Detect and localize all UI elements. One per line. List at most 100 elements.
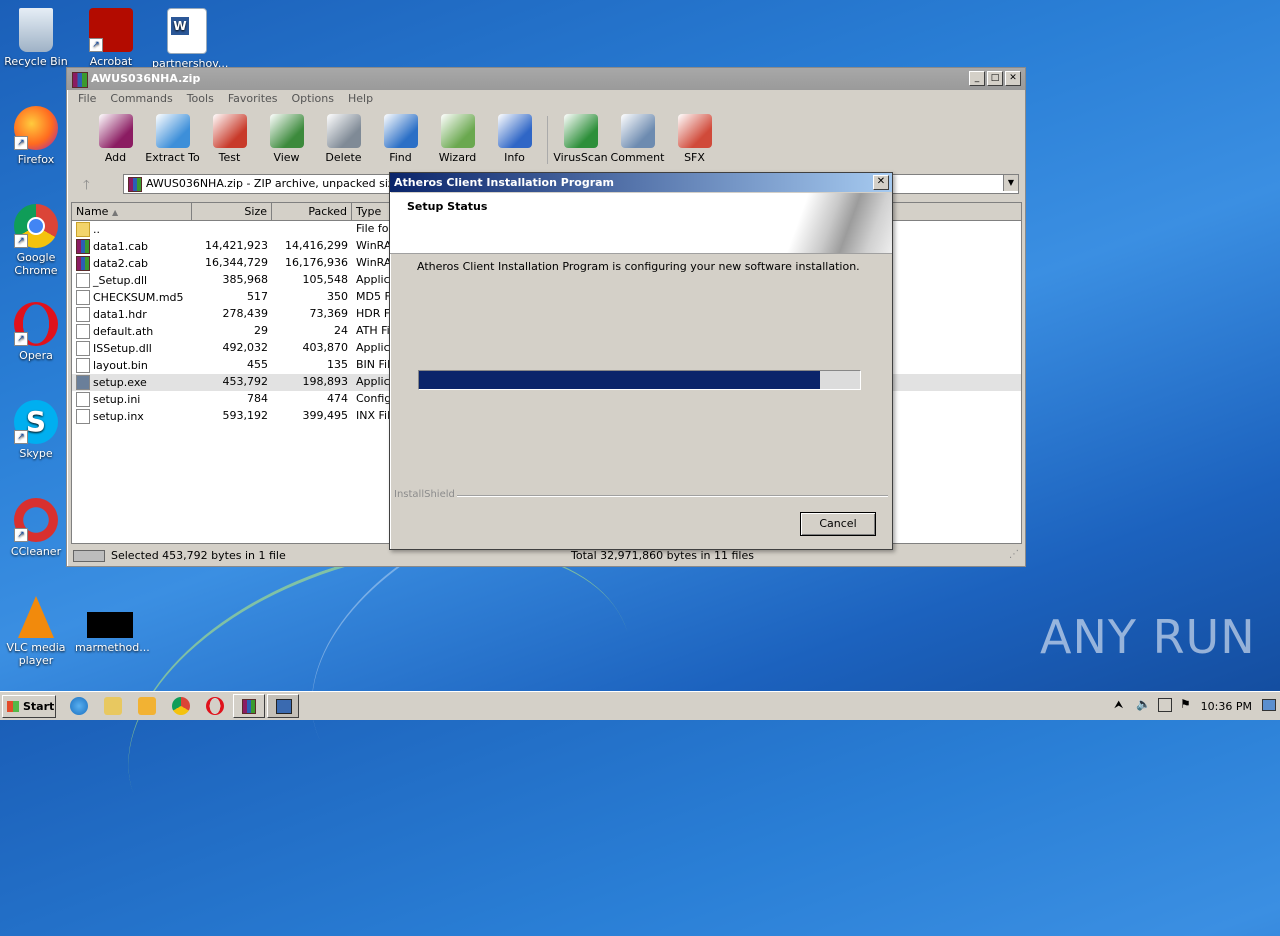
media-player-icon[interactable] [138, 697, 156, 715]
toolbar-button-test[interactable]: Test [201, 112, 258, 168]
file-name-cell: ISSetup.dll [72, 340, 192, 357]
desktop-icon-label: Recycle Bin [4, 55, 68, 68]
dialog-titlebar[interactable]: Atheros Client Installation Program ✕ [390, 173, 892, 192]
desktop-icon-ccleaner[interactable]: ↗ CCleaner [1, 498, 71, 558]
clock[interactable]: 10:36 PM [1201, 700, 1252, 713]
toolbar-button-wizard[interactable]: Wizard [429, 112, 486, 168]
file-name: ISSetup.dll [93, 342, 152, 355]
column-header-size[interactable]: Size [192, 203, 272, 220]
file-file-icon [76, 307, 90, 322]
file-packed-cell [272, 221, 352, 238]
toolbar-label: Comment [610, 151, 665, 164]
menu-commands[interactable]: Commands [103, 90, 179, 108]
toolbar-button-sfx[interactable]: SFX [666, 112, 723, 168]
taskbar-installer[interactable] [267, 694, 299, 718]
toolbar-label: View [273, 151, 300, 164]
view-book-icon [269, 114, 304, 148]
info-icon [497, 114, 532, 148]
file-size-cell: 517 [247, 290, 268, 303]
file-name-cell: .. [72, 221, 192, 238]
file-name: default.ath [93, 325, 154, 338]
dialog-heading: Setup Status [407, 200, 488, 213]
toolbar-button-comment[interactable]: Comment [609, 112, 666, 168]
installer-taskbar-icon [276, 699, 292, 714]
up-arrow-icon[interactable]: 🡑 [83, 176, 90, 198]
system-tray: ⮝ 🔈 ⚑ 10:36 PM [1108, 694, 1280, 716]
menu-help[interactable]: Help [341, 90, 380, 108]
menu-bar: File Commands Tools Favorites Options He… [71, 90, 380, 108]
desktop-icon-vlc[interactable]: VLC media player [1, 596, 71, 667]
winrar-app-icon [72, 72, 88, 88]
show-desktop-icon[interactable] [1262, 699, 1276, 711]
toolbar-button-find[interactable]: Find [372, 112, 429, 168]
file-type-cell: WinRA [356, 239, 392, 252]
desktop-icon-acrobat[interactable]: ↗ Acrobat [76, 8, 146, 68]
toolbar-button-virusscan[interactable]: VirusScan [552, 112, 609, 168]
minimize-button[interactable]: _ [969, 71, 985, 86]
winrar-taskbar-icon [242, 699, 256, 714]
drive-icon [73, 550, 105, 562]
desktop-icon-skype[interactable]: S ↗ Skype [1, 400, 71, 460]
toolbar-label: Test [218, 151, 241, 164]
file-packed-cell: 350 [327, 290, 348, 303]
taskbar-winrar[interactable] [233, 694, 265, 718]
file-name: setup.exe [93, 376, 147, 389]
toolbar-label: Delete [325, 151, 362, 164]
start-button[interactable]: Start [2, 695, 56, 718]
toolbar-button-info[interactable]: Info [486, 112, 543, 168]
opera-taskbar-icon[interactable] [206, 697, 224, 715]
taskbar: Start ⮝ 🔈 ⚑ 10:36 PM [0, 691, 1280, 720]
menu-favorites[interactable]: Favorites [221, 90, 285, 108]
desktop-icon-label: marmethod... [75, 641, 150, 654]
volume-icon[interactable]: 🔈 [1136, 697, 1151, 711]
menu-tools[interactable]: Tools [180, 90, 221, 108]
desktop-icon-firefox[interactable]: ↗ Firefox [1, 106, 71, 166]
ie-icon[interactable] [70, 697, 88, 715]
toolbar-button-view[interactable]: View [258, 112, 315, 168]
dialog-close-button[interactable]: ✕ [873, 175, 889, 190]
winrar-titlebar[interactable]: AWUS036NHA.zip _ □ ✕ [67, 68, 1025, 90]
column-header-name[interactable]: Name ▲ [72, 203, 192, 220]
menu-file[interactable]: File [71, 90, 103, 108]
tray-expand-icon[interactable]: ⮝ [1114, 698, 1123, 712]
cancel-button[interactable]: Cancel [800, 512, 876, 536]
file-name: setup.inx [93, 410, 144, 423]
chevron-down-icon[interactable]: ▼ [1003, 175, 1018, 191]
action-center-flag-icon[interactable]: ⚑ [1180, 697, 1191, 711]
file-type-cell: BIN File [356, 358, 392, 371]
desktop-icon-partnershov[interactable]: W partnershov... [152, 8, 228, 70]
resize-grip-icon[interactable]: ⋰ [1009, 549, 1019, 560]
close-button[interactable]: ✕ [1005, 71, 1021, 86]
column-header-packed[interactable]: Packed [272, 203, 352, 220]
explorer-folder-icon[interactable] [104, 697, 122, 715]
install-dialog: Atheros Client Installation Program ✕ Se… [389, 172, 893, 550]
windows-flag-icon [7, 701, 19, 712]
file-size-cell: 492,032 [222, 341, 269, 354]
chrome-taskbar-icon[interactable] [172, 697, 190, 715]
desktop-icon-marmethod[interactable]: marmethod... [75, 612, 150, 654]
file-file-icon [76, 392, 90, 407]
file-name: _Setup.dll [93, 274, 148, 287]
menu-options[interactable]: Options [285, 90, 341, 108]
sfx-books-icon [677, 114, 712, 148]
desktop-icon-recycle-bin[interactable]: Recycle Bin [1, 8, 71, 68]
toolbar-button-extract-to[interactable]: Extract To [144, 112, 201, 168]
installshield-brand: InstallShield [394, 489, 457, 500]
toolbar-label: Find [389, 151, 412, 164]
exe-file-icon [76, 375, 90, 390]
network-icon[interactable] [1158, 698, 1172, 712]
word-w-icon: W [171, 17, 189, 35]
desktop-icon-label: Opera [19, 349, 53, 362]
maximize-button[interactable]: □ [987, 71, 1003, 86]
shortcut-arrow-icon: ↗ [14, 136, 28, 150]
shortcut-arrow-icon: ↗ [14, 332, 28, 346]
status-total: Total 32,971,860 bytes in 11 files [571, 549, 754, 562]
toolbar-button-add[interactable]: Add [87, 112, 144, 168]
file-packed-cell: 105,548 [302, 273, 349, 286]
toolbar-separator [547, 116, 548, 164]
find-magnifier-icon [383, 114, 418, 148]
desktop-icon-opera[interactable]: ↗ Opera [1, 302, 71, 362]
desktop-icon-chrome[interactable]: ↗ Google Chrome [1, 204, 71, 277]
toolbar-button-delete[interactable]: Delete [315, 112, 372, 168]
desktop-icon-label: Firefox [17, 153, 55, 166]
